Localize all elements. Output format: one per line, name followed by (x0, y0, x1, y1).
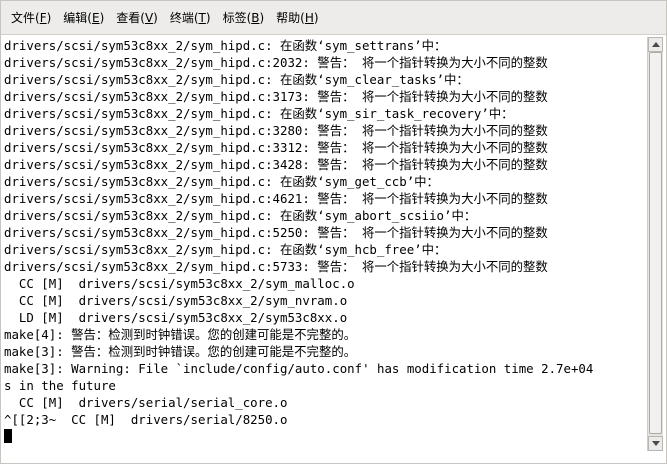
menu-bar: 文件(F) 编辑(E) 查看(V) 终端(T) 标签(B) 帮助(H) (1, 1, 666, 35)
terminal-line: drivers/scsi/sym53c8xx_2/sym_hipd.c:3428… (4, 157, 548, 172)
vertical-scrollbar[interactable] (647, 37, 663, 451)
terminal-line: drivers/scsi/sym53c8xx_2/sym_hipd.c:5250… (4, 225, 548, 240)
scroll-thumb[interactable] (649, 52, 662, 434)
menu-view[interactable]: 查看(V) (110, 8, 164, 28)
terminal-line: LD [M] drivers/scsi/sym53c8xx_2/sym53c8x… (4, 310, 348, 325)
terminal-line: drivers/scsi/sym53c8xx_2/sym_hipd.c: 在函数… (4, 72, 469, 87)
terminal-line: CC [M] drivers/scsi/sym53c8xx_2/sym_mall… (4, 276, 355, 291)
scroll-up-button[interactable] (648, 37, 663, 52)
terminal-window: 文件(F) 编辑(E) 查看(V) 终端(T) 标签(B) 帮助(H) driv… (0, 0, 667, 464)
terminal-prompt-line (4, 428, 644, 445)
terminal-line: drivers/scsi/sym53c8xx_2/sym_hipd.c:3280… (4, 123, 548, 138)
terminal-line: drivers/scsi/sym53c8xx_2/sym_hipd.c:3312… (4, 140, 548, 155)
terminal-line: CC [M] drivers/serial/serial_core.o (4, 395, 288, 410)
menu-file[interactable]: 文件(F) (5, 8, 57, 28)
terminal-line: drivers/scsi/sym53c8xx_2/sym_hipd.c: 在函数… (4, 174, 439, 189)
menu-help[interactable]: 帮助(H) (270, 8, 324, 28)
terminal-line: drivers/scsi/sym53c8xx_2/sym_hipd.c:4621… (4, 191, 548, 206)
terminal-line: s in the future (4, 378, 116, 393)
terminal-line: CC [M] drivers/scsi/sym53c8xx_2/sym_nvra… (4, 293, 348, 308)
terminal-line: drivers/scsi/sym53c8xx_2/sym_hipd.c:5733… (4, 259, 548, 274)
terminal-line: make[4]: 警告：检测到时钟错误。您的创建可能是不完整的。 (4, 327, 357, 342)
terminal-line: make[3]: Warning: File `include/config/a… (4, 361, 594, 376)
menu-terminal[interactable]: 终端(T) (164, 8, 217, 28)
terminal-line: drivers/scsi/sym53c8xx_2/sym_hipd.c: 在函数… (4, 242, 447, 257)
terminal-line: drivers/scsi/sym53c8xx_2/sym_hipd.c:3173… (4, 89, 548, 104)
menu-edit[interactable]: 编辑(E) (57, 8, 110, 28)
terminal-output[interactable]: drivers/scsi/sym53c8xx_2/sym_hipd.c: 在函数… (4, 37, 644, 451)
arrow-down-icon (651, 441, 660, 446)
terminal-line: ^[[2;3~ CC [M] drivers/serial/8250.o (4, 412, 288, 427)
terminal-line: drivers/scsi/sym53c8xx_2/sym_hipd.c:2032… (4, 55, 548, 70)
text-cursor (4, 429, 12, 443)
terminal-line: drivers/scsi/sym53c8xx_2/sym_hipd.c: 在函数… (4, 38, 447, 53)
scroll-down-button[interactable] (648, 436, 663, 451)
arrow-up-icon (651, 42, 660, 47)
terminal-line: make[3]: 警告：检测到时钟错误。您的创建可能是不完整的。 (4, 344, 357, 359)
menu-tabs[interactable]: 标签(B) (217, 8, 271, 28)
terminal-line: drivers/scsi/sym53c8xx_2/sym_hipd.c: 在函数… (4, 106, 514, 121)
terminal-line: drivers/scsi/sym53c8xx_2/sym_hipd.c: 在函数… (4, 208, 477, 223)
